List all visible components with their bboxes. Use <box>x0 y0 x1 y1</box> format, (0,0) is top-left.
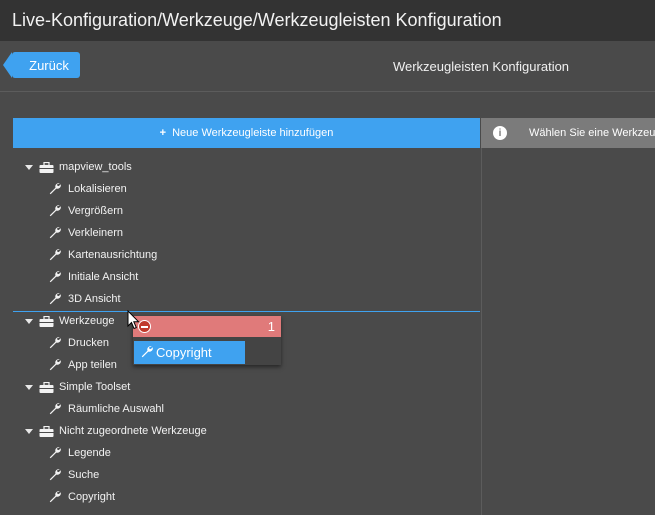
tree-item-label: Lokalisieren <box>68 183 127 195</box>
tree-item[interactable]: Initiale Ansicht <box>48 266 138 288</box>
wrench-icon <box>49 271 61 283</box>
tree-item-label: Räumliche Auswahl <box>68 403 164 415</box>
tree-item-label: Legende <box>68 447 111 459</box>
window-title: Live-Konfiguration/Werkzeuge/Werkzeuglei… <box>0 0 655 41</box>
wrench-icon <box>49 337 61 349</box>
tree-item[interactable]: Lokalisieren <box>48 178 127 200</box>
caret-down-icon[interactable] <box>25 318 33 324</box>
caret-down-icon[interactable] <box>25 164 33 170</box>
drag-item-label: Copyright <box>156 345 212 360</box>
panel-divider <box>481 148 482 515</box>
page-title: Werkzeugleisten Konfiguration <box>392 58 570 74</box>
plus-icon: + <box>159 127 167 139</box>
tree-item[interactable]: Copyright <box>48 486 115 508</box>
wrench-icon <box>141 346 153 358</box>
tree-item-label: Verkleinern <box>68 227 124 239</box>
header-bar: Zurück Werkzeugleisten Konfiguration <box>0 41 655 92</box>
tree-group-label: Simple Toolset <box>59 381 131 393</box>
tree-group-label: mapview_tools <box>59 161 132 173</box>
tree-item[interactable]: Räumliche Auswahl <box>48 398 164 420</box>
back-button[interactable]: Zurück <box>3 52 80 78</box>
tree-group-label: Nicht zugeordnete Werkzeuge <box>59 425 207 437</box>
wrench-icon <box>49 469 61 481</box>
caret-down-icon[interactable] <box>25 384 33 390</box>
drop-indicator <box>13 311 480 312</box>
wrench-icon <box>49 491 61 503</box>
wrench-icon <box>49 205 61 217</box>
caret-down-icon[interactable] <box>25 428 33 434</box>
tree-item[interactable]: Suche <box>48 464 99 486</box>
tree-item[interactable]: 3D Ansicht <box>48 288 121 310</box>
tree-item-label: 3D Ansicht <box>68 293 121 305</box>
tree-item-label: Suche <box>68 469 100 481</box>
wrench-icon <box>49 403 61 415</box>
tree-group[interactable]: Nicht zugeordnete Werkzeuge <box>25 420 207 442</box>
tree-item[interactable]: Legende <box>48 442 111 464</box>
wrench-icon <box>49 447 61 459</box>
toolbox-icon <box>39 315 54 327</box>
tree-item[interactable]: App teilen <box>48 354 117 376</box>
drag-count: 1 <box>267 319 275 334</box>
wrench-icon <box>49 359 61 371</box>
wrench-icon <box>49 249 61 261</box>
tree-item-label: Initiale Ansicht <box>68 271 139 283</box>
tree-item[interactable]: Vergrößern <box>48 200 123 222</box>
tree-item[interactable]: Verkleinern <box>48 222 123 244</box>
wrench-icon <box>49 183 61 195</box>
info-icon: i <box>493 126 507 140</box>
tree-item-label: Copyright <box>68 491 116 503</box>
tree-item-label: Vergrößern <box>68 205 124 217</box>
tree-item-label: Drucken <box>68 337 109 349</box>
toolbox-icon <box>39 381 54 393</box>
tree-item[interactable]: Drucken <box>48 332 109 354</box>
tree-item-label: App teilen <box>68 359 117 371</box>
toolbox-icon <box>39 425 54 437</box>
drag-count-bar: 1 <box>133 316 281 337</box>
info-bar: i Wählen Sie eine Werkzeugleiste <box>481 118 655 148</box>
wrench-icon <box>49 227 61 239</box>
tree-group-label: Werkzeuge <box>59 315 115 327</box>
info-bar-label: Wählen Sie eine Werkzeugleiste <box>529 127 655 139</box>
tree-group[interactable]: Simple Toolset <box>25 376 130 398</box>
mouse-cursor-icon <box>127 310 140 330</box>
add-toolbar-button[interactable]: + Neue Werkzeugleiste hinzufügen <box>13 118 480 148</box>
tree-item[interactable]: Kartenausrichtung <box>48 244 157 266</box>
tree-item-label: Kartenausrichtung <box>68 249 158 261</box>
wrench-icon <box>49 293 61 305</box>
drag-preview: 1 Copyright <box>133 316 281 365</box>
tree-group[interactable]: Werkzeuge <box>25 310 114 332</box>
drag-item: Copyright <box>134 341 245 364</box>
tree-group[interactable]: mapview_tools <box>25 156 132 178</box>
add-toolbar-label: Neue Werkzeugleiste hinzufügen <box>172 127 334 139</box>
toolbox-icon <box>39 161 54 173</box>
